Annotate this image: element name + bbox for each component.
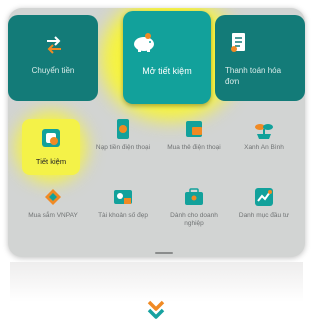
business-label: Dành cho doanh nghiệp: [170, 212, 218, 227]
vnpay-shopping-label: Mua sắm VNPAY: [28, 212, 78, 219]
bill-icon: [231, 33, 245, 52]
plant-icon: [255, 124, 273, 139]
nice-account-number-item[interactable]: Tài khoản số đẹp: [90, 186, 156, 242]
transfer-label: Chuyển tiền: [31, 66, 75, 75]
phone-topup-item[interactable]: Nạp tiền điện thoại: [90, 118, 156, 174]
menu-panel: Chuyển tiền Thanh toán hóa đơn Mở tiết k…: [8, 8, 305, 257]
phone-topup-label: Nạp tiền điện thoại: [95, 144, 151, 151]
phone-card-label: Mua thẻ điện thoại: [167, 144, 221, 151]
investment-chart-icon: [255, 188, 273, 206]
savings-label: Tiết kiệm: [35, 157, 67, 166]
transfer-icon: [47, 36, 61, 54]
phone-topup-icon: [117, 119, 129, 139]
open-savings-tile[interactable]: Mở tiết kiệm: [123, 11, 211, 104]
double-chevron-down-icon: [147, 300, 165, 319]
piggy-bank-icon: [134, 33, 154, 52]
briefcase-icon: [185, 188, 203, 205]
phone-card-icon: [186, 121, 202, 137]
investment-portfolio-item[interactable]: Danh mục đầu tư: [231, 186, 297, 242]
xanh-an-binh-label: Xanh An Bình: [244, 144, 284, 151]
vnpay-shopping-item[interactable]: Mua sắm VNPAY: [20, 186, 86, 242]
xanh-an-binh-item[interactable]: Xanh An Bình: [231, 118, 297, 174]
panel-reflection: [10, 262, 303, 302]
bill-payment-tile[interactable]: Thanh toán hóa đơn: [215, 15, 305, 101]
savings-icon: [42, 129, 60, 147]
account-icon: [114, 190, 132, 204]
savings-item[interactable]: Tiết kiệm: [22, 119, 80, 175]
transfer-tile[interactable]: Chuyển tiền: [8, 15, 98, 101]
shopping-tag-icon: [45, 189, 61, 205]
nice-account-number-label: Tài khoản số đẹp: [98, 212, 148, 219]
bill-payment-label: Thanh toán hóa đơn: [225, 66, 282, 86]
open-savings-label: Mở tiết kiệm: [142, 66, 192, 76]
investment-portfolio-label: Danh mục đầu tư: [238, 212, 290, 219]
page-indicator: [155, 252, 173, 254]
business-item[interactable]: Dành cho doanh nghiệp: [161, 186, 227, 242]
phone-card-item[interactable]: Mua thẻ điện thoại: [161, 118, 227, 174]
